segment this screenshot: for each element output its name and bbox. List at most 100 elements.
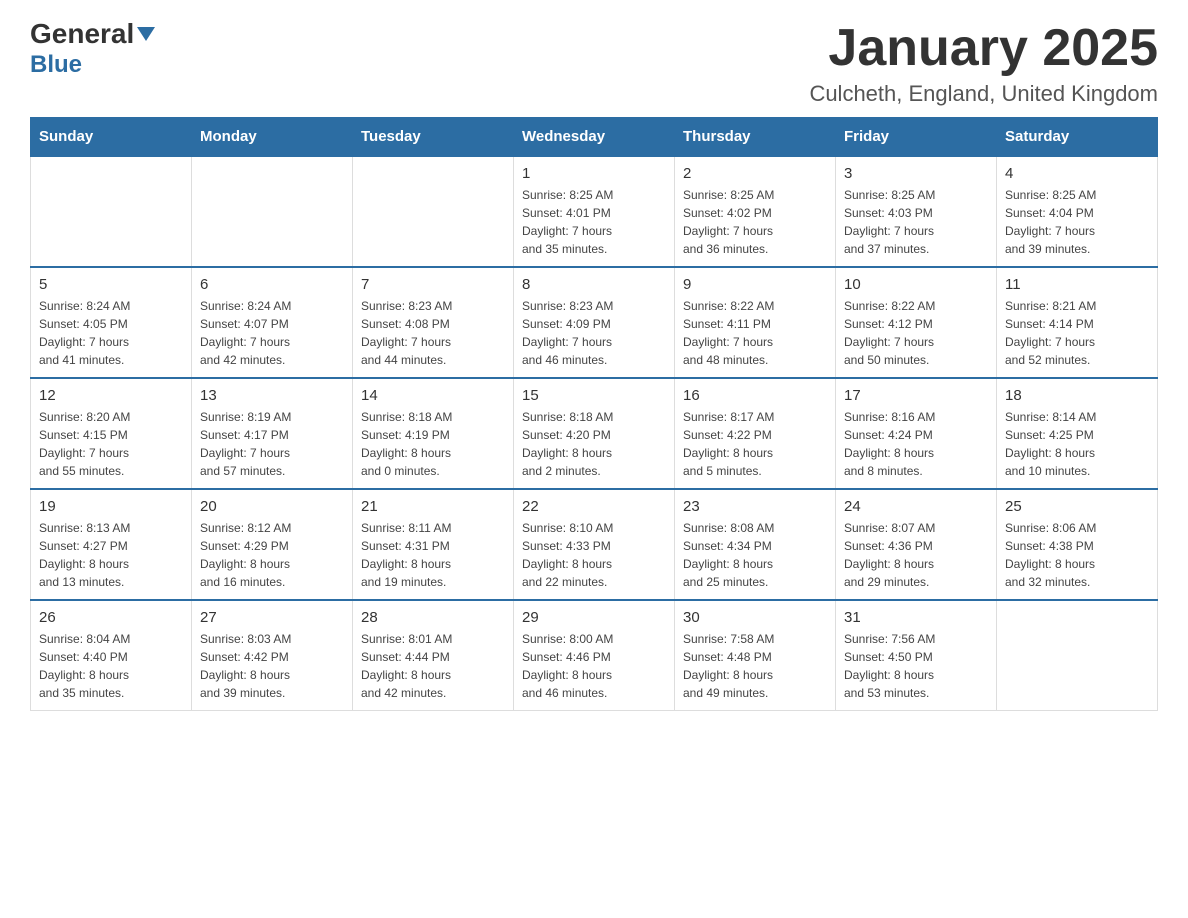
calendar-cell: 12 Sunrise: 8:20 AMSunset: 4:15 PMDayligh…	[31, 378, 192, 489]
day-number: 16	[683, 387, 827, 404]
day-info: Sunrise: 8:16 AMSunset: 4:24 PMDaylight:…	[844, 408, 988, 480]
page-header: General Blue January 2025 Culcheth, Engl…	[30, 20, 1158, 107]
day-info: Sunrise: 8:25 AMSunset: 4:02 PMDaylight:…	[683, 186, 827, 258]
day-number: 20	[200, 498, 344, 515]
day-of-week-header: Tuesday	[353, 118, 514, 157]
calendar-cell: 13 Sunrise: 8:19 AMSunset: 4:17 PMDayligh…	[192, 378, 353, 489]
day-info: Sunrise: 8:17 AMSunset: 4:22 PMDaylight:…	[683, 408, 827, 480]
day-info: Sunrise: 8:03 AMSunset: 4:42 PMDaylight:…	[200, 630, 344, 702]
day-number: 7	[361, 276, 505, 293]
day-info: Sunrise: 8:11 AMSunset: 4:31 PMDaylight:…	[361, 519, 505, 591]
day-number: 14	[361, 387, 505, 404]
calendar-cell: 11 Sunrise: 8:21 AMSunset: 4:14 PMDayligh…	[997, 267, 1158, 378]
day-info: Sunrise: 8:23 AMSunset: 4:09 PMDaylight:…	[522, 297, 666, 369]
day-info: Sunrise: 8:20 AMSunset: 4:15 PMDaylight:…	[39, 408, 183, 480]
day-info: Sunrise: 8:00 AMSunset: 4:46 PMDaylight:…	[522, 630, 666, 702]
day-info: Sunrise: 8:14 AMSunset: 4:25 PMDaylight:…	[1005, 408, 1149, 480]
day-info: Sunrise: 8:04 AMSunset: 4:40 PMDaylight:…	[39, 630, 183, 702]
day-of-week-header: Sunday	[31, 118, 192, 157]
day-info: Sunrise: 8:25 AMSunset: 4:04 PMDaylight:…	[1005, 186, 1149, 258]
day-info: Sunrise: 8:13 AMSunset: 4:27 PMDaylight:…	[39, 519, 183, 591]
calendar-cell: 8 Sunrise: 8:23 AMSunset: 4:09 PMDaylight…	[514, 267, 675, 378]
day-of-week-header: Friday	[836, 118, 997, 157]
day-of-week-header: Saturday	[997, 118, 1158, 157]
day-info: Sunrise: 8:19 AMSunset: 4:17 PMDaylight:…	[200, 408, 344, 480]
calendar-header-row: SundayMondayTuesdayWednesdayThursdayFrid…	[31, 118, 1158, 157]
calendar-cell	[997, 600, 1158, 711]
calendar-cell: 26Sunrise: 8:04 AMSunset: 4:40 PMDayligh…	[31, 600, 192, 711]
day-number: 9	[683, 276, 827, 293]
day-info: Sunrise: 8:22 AMSunset: 4:11 PMDaylight:…	[683, 297, 827, 369]
day-info: Sunrise: 7:58 AMSunset: 4:48 PMDaylight:…	[683, 630, 827, 702]
calendar-cell: 17 Sunrise: 8:16 AMSunset: 4:24 PMDayligh…	[836, 378, 997, 489]
day-number: 22	[522, 498, 666, 515]
day-number: 15	[522, 387, 666, 404]
day-info: Sunrise: 8:06 AMSunset: 4:38 PMDaylight:…	[1005, 519, 1149, 591]
calendar-cell: 15 Sunrise: 8:18 AMSunset: 4:20 PMDayligh…	[514, 378, 675, 489]
day-of-week-header: Thursday	[675, 118, 836, 157]
calendar-cell: 7 Sunrise: 8:23 AMSunset: 4:08 PMDaylight…	[353, 267, 514, 378]
calendar-week-row: 1Sunrise: 8:25 AMSunset: 4:01 PMDaylight…	[31, 156, 1158, 267]
calendar-cell: 29Sunrise: 8:00 AMSunset: 4:46 PMDayligh…	[514, 600, 675, 711]
calendar-cell: 30 Sunrise: 7:58 AMSunset: 4:48 PMDayligh…	[675, 600, 836, 711]
calendar-cell: 1Sunrise: 8:25 AMSunset: 4:01 PMDaylight…	[514, 156, 675, 267]
calendar-cell: 18 Sunrise: 8:14 AMSunset: 4:25 PMDayligh…	[997, 378, 1158, 489]
day-number: 19	[39, 498, 183, 515]
day-info: Sunrise: 8:08 AMSunset: 4:34 PMDaylight:…	[683, 519, 827, 591]
day-number: 27	[200, 609, 344, 626]
day-number: 12	[39, 387, 183, 404]
day-info: Sunrise: 8:10 AMSunset: 4:33 PMDaylight:…	[522, 519, 666, 591]
day-number: 2	[683, 165, 827, 182]
day-info: Sunrise: 8:07 AMSunset: 4:36 PMDaylight:…	[844, 519, 988, 591]
day-number: 11	[1005, 276, 1149, 293]
day-number: 31	[844, 609, 988, 626]
logo: General Blue	[30, 20, 155, 79]
day-info: Sunrise: 8:25 AMSunset: 4:03 PMDaylight:…	[844, 186, 988, 258]
calendar-cell: 31Sunrise: 7:56 AMSunset: 4:50 PMDayligh…	[836, 600, 997, 711]
calendar-cell: 21 Sunrise: 8:11 AMSunset: 4:31 PMDayligh…	[353, 489, 514, 600]
day-info: Sunrise: 8:21 AMSunset: 4:14 PMDaylight:…	[1005, 297, 1149, 369]
calendar-cell: 22 Sunrise: 8:10 AMSunset: 4:33 PMDayligh…	[514, 489, 675, 600]
day-number: 4	[1005, 165, 1149, 182]
calendar-week-row: 26Sunrise: 8:04 AMSunset: 4:40 PMDayligh…	[31, 600, 1158, 711]
calendar-week-row: 12 Sunrise: 8:20 AMSunset: 4:15 PMDayligh…	[31, 378, 1158, 489]
day-number: 24	[844, 498, 988, 515]
calendar-cell: 24 Sunrise: 8:07 AMSunset: 4:36 PMDayligh…	[836, 489, 997, 600]
calendar-cell: 16 Sunrise: 8:17 AMSunset: 4:22 PMDayligh…	[675, 378, 836, 489]
calendar-cell: 28 Sunrise: 8:01 AMSunset: 4:44 PMDayligh…	[353, 600, 514, 711]
calendar-week-row: 19 Sunrise: 8:13 AMSunset: 4:27 PMDayligh…	[31, 489, 1158, 600]
day-number: 21	[361, 498, 505, 515]
calendar-cell: 10Sunrise: 8:22 AMSunset: 4:12 PMDayligh…	[836, 267, 997, 378]
day-number: 3	[844, 165, 988, 182]
calendar-cell: 3 Sunrise: 8:25 AMSunset: 4:03 PMDaylight…	[836, 156, 997, 267]
day-number: 18	[1005, 387, 1149, 404]
day-info: Sunrise: 8:01 AMSunset: 4:44 PMDaylight:…	[361, 630, 505, 702]
day-info: Sunrise: 8:22 AMSunset: 4:12 PMDaylight:…	[844, 297, 988, 369]
calendar-table: SundayMondayTuesdayWednesdayThursdayFrid…	[30, 117, 1158, 711]
calendar-cell: 6 Sunrise: 8:24 AMSunset: 4:07 PMDaylight…	[192, 267, 353, 378]
day-number: 8	[522, 276, 666, 293]
calendar-cell: 19 Sunrise: 8:13 AMSunset: 4:27 PMDayligh…	[31, 489, 192, 600]
day-info: Sunrise: 8:24 AMSunset: 4:05 PMDaylight:…	[39, 297, 183, 369]
day-of-week-header: Monday	[192, 118, 353, 157]
day-info: Sunrise: 8:24 AMSunset: 4:07 PMDaylight:…	[200, 297, 344, 369]
day-number: 6	[200, 276, 344, 293]
day-number: 25	[1005, 498, 1149, 515]
calendar-cell	[353, 156, 514, 267]
day-info: Sunrise: 8:18 AMSunset: 4:19 PMDaylight:…	[361, 408, 505, 480]
calendar-cell: 4 Sunrise: 8:25 AMSunset: 4:04 PMDaylight…	[997, 156, 1158, 267]
calendar-cell: 5Sunrise: 8:24 AMSunset: 4:05 PMDaylight…	[31, 267, 192, 378]
logo-text: General	[30, 20, 155, 48]
day-number: 30	[683, 609, 827, 626]
calendar-cell	[31, 156, 192, 267]
calendar-cell: 20Sunrise: 8:12 AMSunset: 4:29 PMDayligh…	[192, 489, 353, 600]
calendar-cell: 2 Sunrise: 8:25 AMSunset: 4:02 PMDaylight…	[675, 156, 836, 267]
logo-blue: Blue	[30, 51, 82, 79]
day-number: 28	[361, 609, 505, 626]
day-number: 13	[200, 387, 344, 404]
day-info: Sunrise: 8:23 AMSunset: 4:08 PMDaylight:…	[361, 297, 505, 369]
day-info: Sunrise: 8:18 AMSunset: 4:20 PMDaylight:…	[522, 408, 666, 480]
day-number: 17	[844, 387, 988, 404]
calendar-cell: 25 Sunrise: 8:06 AMSunset: 4:38 PMDayligh…	[997, 489, 1158, 600]
calendar-cell: 9 Sunrise: 8:22 AMSunset: 4:11 PMDaylight…	[675, 267, 836, 378]
